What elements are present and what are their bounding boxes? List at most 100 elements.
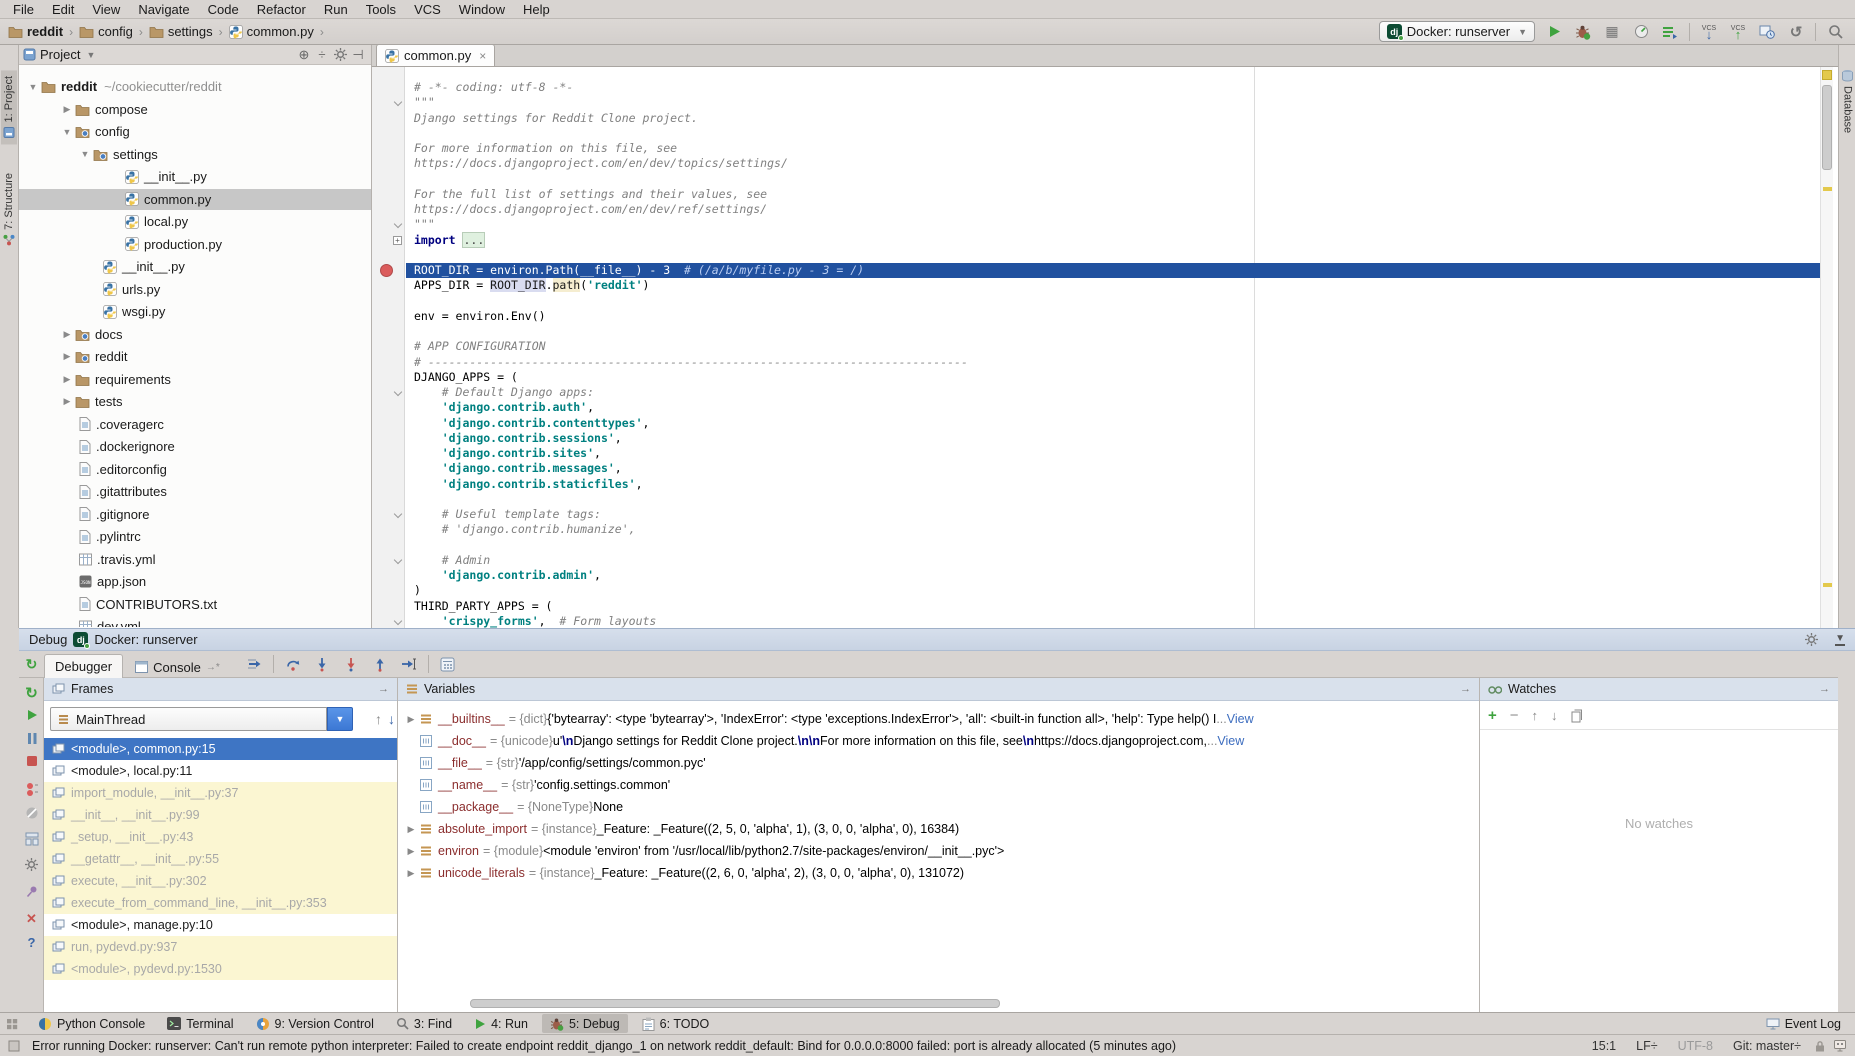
- stripe-tab-database[interactable]: Database: [1840, 65, 1855, 137]
- tree-item-.gitattributes[interactable]: .gitattributes: [19, 481, 371, 502]
- code-line[interactable]: 'django.contrib.staticfiles',: [406, 477, 1820, 492]
- tree-item-tests[interactable]: ▶tests: [19, 391, 371, 412]
- variables-hscrollbar[interactable]: [400, 999, 1477, 1009]
- step-into-button[interactable]: [312, 654, 332, 674]
- status-icon[interactable]: [8, 1040, 20, 1052]
- fold-marker-icon[interactable]: [394, 388, 402, 396]
- frame-row[interactable]: <module>, common.py:15: [44, 738, 397, 760]
- code-line[interactable]: """: [406, 95, 1820, 110]
- debug-tab-debugger[interactable]: Debugger: [44, 654, 123, 678]
- code-line[interactable]: # APP CONFIGURATION: [406, 339, 1820, 354]
- tree-item-__init__.py[interactable]: __init__.py: [19, 166, 371, 187]
- code-line[interactable]: # Admin: [406, 553, 1820, 568]
- tree-item-settings[interactable]: ▼settings: [19, 144, 371, 165]
- tree-item-common.py[interactable]: common.py: [19, 189, 371, 210]
- menu-run[interactable]: Run: [315, 1, 357, 18]
- variable-row-__name__[interactable]: __name__= {str} 'config.settings.common': [398, 774, 1479, 796]
- frame-row[interactable]: <module>, manage.py:10: [44, 914, 397, 936]
- fold-marker-icon[interactable]: [394, 556, 402, 564]
- tree-item-.dockerignore[interactable]: .dockerignore: [19, 436, 371, 457]
- tool-button-3-find[interactable]: 3: Find: [388, 1014, 460, 1033]
- tool-button-5-debug[interactable]: 5: Debug: [542, 1014, 628, 1033]
- running-list-button[interactable]: [1660, 22, 1680, 42]
- fold-marker-icon[interactable]: [394, 510, 402, 518]
- pin-button[interactable]: [23, 882, 40, 899]
- hide-icon[interactable]: →: [1460, 683, 1471, 695]
- tree-item-.travis.yml[interactable]: .travis.yml: [19, 549, 371, 570]
- code-line[interactable]: 'crispy_forms', # Form layouts: [406, 614, 1820, 628]
- code-line[interactable]: [406, 538, 1820, 553]
- tree-item-reddit[interactable]: ▶reddit: [19, 346, 371, 367]
- code-line[interactable]: APPS_DIR = ROOT_DIR.path('reddit'): [406, 278, 1820, 293]
- variable-row-__builtins__[interactable]: ▶__builtins__= {dict} {'bytearray': <typ…: [398, 708, 1479, 730]
- tree-item-config[interactable]: ▼config: [19, 121, 371, 142]
- locate-icon[interactable]: ⊕: [295, 47, 313, 63]
- code-line[interactable]: For more information on this file, see: [406, 141, 1820, 156]
- debug-button[interactable]: [1573, 22, 1593, 42]
- line-separator-indicator[interactable]: LF÷: [1630, 1039, 1663, 1053]
- settings-button[interactable]: [23, 856, 40, 873]
- menu-refactor[interactable]: Refactor: [248, 1, 315, 18]
- tool-button-terminal[interactable]: Terminal: [159, 1014, 241, 1033]
- variable-row-environ[interactable]: ▶environ= {module} <module 'environ' fro…: [398, 840, 1479, 862]
- restore-layout-button[interactable]: [23, 830, 40, 847]
- tree-item-urls.py[interactable]: urls.py: [19, 279, 371, 300]
- breakpoint-icon[interactable]: [380, 264, 393, 277]
- code-line[interactable]: # Useful template tags:: [406, 507, 1820, 522]
- collapse-all-icon[interactable]: ÷: [313, 47, 331, 62]
- code-line[interactable]: THIRD_PARTY_APPS = (: [406, 599, 1820, 614]
- close-button[interactable]: ✕: [23, 910, 40, 927]
- run-button[interactable]: [1544, 22, 1564, 42]
- mute-breakpoints-button[interactable]: [23, 804, 40, 821]
- debug-tab-console[interactable]: Console→*: [125, 657, 230, 678]
- menu-tools[interactable]: Tools: [357, 1, 405, 18]
- code-line[interactable]: https://docs.djangoproject.com/en/dev/to…: [406, 156, 1820, 171]
- code-line[interactable]: https://docs.djangoproject.com/en/dev/re…: [406, 202, 1820, 217]
- editor-body[interactable]: + # -*- coding: utf-8 -*-"""Django setti…: [372, 67, 1838, 628]
- pause-button[interactable]: [23, 730, 40, 747]
- warning-stripe-mark[interactable]: [1823, 583, 1832, 587]
- frame-row[interactable]: __getattr__, __init__.py:55: [44, 848, 397, 870]
- add-watch-button[interactable]: +: [1488, 707, 1497, 724]
- code-line[interactable]: # -*- coding: utf-8 -*-: [406, 80, 1820, 95]
- status-error-message[interactable]: Error running Docker: runserver: Can't r…: [32, 1039, 1176, 1053]
- search-everywhere-button[interactable]: [1825, 22, 1845, 42]
- frame-up-icon[interactable]: ↑: [375, 711, 382, 727]
- breadcrumb-reddit[interactable]: reddit: [6, 24, 65, 39]
- frame-down-icon[interactable]: ↓: [388, 711, 395, 727]
- breadcrumb-settings[interactable]: settings: [147, 24, 215, 39]
- code-line[interactable]: 'django.contrib.auth',: [406, 400, 1820, 415]
- editor-scrollbar[interactable]: [1820, 67, 1833, 628]
- chevron-down-icon[interactable]: ▼: [86, 50, 95, 60]
- expand-icon[interactable]: ▶: [404, 824, 418, 835]
- tree-item-local.py[interactable]: local.py: [19, 211, 371, 232]
- tree-item-.editorconfig[interactable]: .editorconfig: [19, 459, 371, 480]
- fold-marker-icon[interactable]: [394, 617, 402, 625]
- frame-row[interactable]: execute_from_command_line, __init__.py:3…: [44, 892, 397, 914]
- stripe-tab-project[interactable]: 1: Project: [1, 70, 17, 144]
- vcs-update-button[interactable]: VCS↓: [1699, 22, 1719, 42]
- code-line[interactable]: import ...: [406, 233, 1820, 248]
- gear-icon[interactable]: [1804, 632, 1819, 647]
- vcs-changes-button[interactable]: [1757, 22, 1777, 42]
- tree-item-production.py[interactable]: production.py: [19, 234, 371, 255]
- vcs-push-button[interactable]: VCS↑: [1728, 22, 1748, 42]
- rerun-button[interactable]: ↻: [23, 684, 40, 701]
- code-line[interactable]: [406, 248, 1820, 263]
- profiler-button[interactable]: [1631, 22, 1651, 42]
- resume-button[interactable]: [23, 706, 40, 723]
- rollback-button[interactable]: ↺: [1786, 22, 1806, 42]
- hide-panel-icon[interactable]: ▼: [1835, 633, 1845, 646]
- close-icon[interactable]: ×: [479, 49, 486, 63]
- tree-item-CONTRIBUTORS.txt[interactable]: CONTRIBUTORS.txt: [19, 594, 371, 615]
- help-button[interactable]: ?: [23, 934, 40, 951]
- tool-windows-list-icon[interactable]: [6, 1018, 18, 1030]
- code-line[interactable]: 'django.contrib.contenttypes',: [406, 416, 1820, 431]
- tree-item-docs[interactable]: ▶docs: [19, 324, 371, 345]
- menu-view[interactable]: View: [83, 1, 129, 18]
- duplicate-watch-button[interactable]: [1571, 709, 1584, 723]
- tree-item-requirements[interactable]: ▶requirements: [19, 369, 371, 390]
- menu-vcs[interactable]: VCS: [405, 1, 450, 18]
- variable-row-__doc__[interactable]: __doc__= {unicode} u'\nDjango settings f…: [398, 730, 1479, 752]
- frame-row[interactable]: <module>, local.py:11: [44, 760, 397, 782]
